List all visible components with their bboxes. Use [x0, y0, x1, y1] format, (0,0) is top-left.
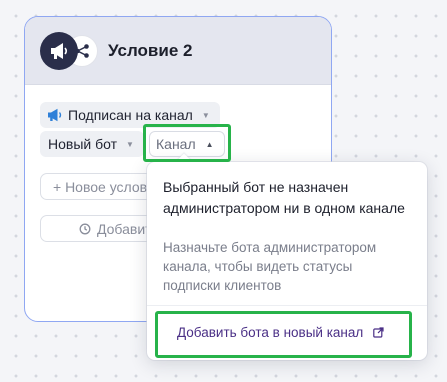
- condition-type-label: Подписан на канал: [68, 107, 193, 123]
- add-bot-action-highlight: [155, 311, 412, 358]
- node-icons: [40, 31, 102, 70]
- channel-select-highlight: [143, 124, 231, 162]
- chevron-down-icon: ▼: [201, 110, 210, 120]
- megaphone-small-icon: [47, 108, 63, 122]
- node-title: Условие 2: [108, 40, 193, 60]
- popover-description: Назначьте бота администратором канала, ч…: [163, 240, 377, 293]
- megaphone-icon: [40, 31, 78, 70]
- popover-divider: [147, 305, 427, 306]
- bot-select-label: Новый бот: [48, 136, 118, 152]
- clock-icon: [79, 223, 91, 235]
- popover-title: Выбранный бот не назначен администраторо…: [163, 179, 405, 216]
- node-header: Условие 2: [25, 17, 331, 85]
- chevron-down-icon: ▼: [126, 139, 134, 149]
- add-button-label: Добавит: [97, 220, 152, 237]
- new-condition-label: + Новое услов: [53, 178, 148, 195]
- bot-select[interactable]: Новый бот ▼: [40, 131, 144, 157]
